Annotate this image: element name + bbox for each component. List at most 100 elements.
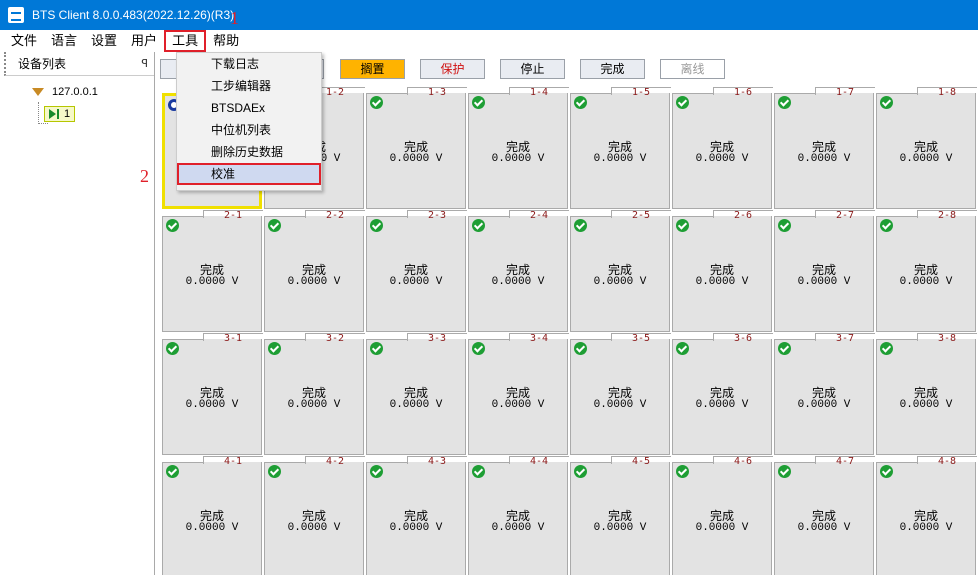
- offline-button[interactable]: 离线: [660, 59, 725, 79]
- menu-file[interactable]: 文件: [4, 30, 44, 52]
- channel-cell[interactable]: 1-5 完成 0.0000 V: [570, 87, 671, 209]
- channel-cell[interactable]: 3-6 完成 0.0000 V: [672, 333, 773, 455]
- menu-step-editor[interactable]: 工步编辑器: [177, 75, 321, 97]
- cell-border: [571, 462, 611, 463]
- channel-label: 3-2: [325, 333, 345, 344]
- channel-cell[interactable]: 2-2 完成 0.0000 V: [264, 210, 365, 332]
- channel-cell[interactable]: 4-1 完成 0.0000 V: [162, 456, 263, 575]
- channel-cell[interactable]: 4-2 完成 0.0000 V: [264, 456, 365, 575]
- channel-cell[interactable]: 3-1 完成 0.0000 V: [162, 333, 263, 455]
- channel-cell[interactable]: 3-5 完成 0.0000 V: [570, 333, 671, 455]
- channel-voltage: 0.0000 V: [491, 399, 545, 411]
- channel-cell[interactable]: 1-3 完成 0.0000 V: [366, 87, 467, 209]
- check-icon: [778, 96, 791, 109]
- channel-voltage: 0.0000 V: [389, 399, 443, 411]
- pin-icon[interactable]: ꟼ: [141, 57, 148, 70]
- check-icon: [676, 342, 689, 355]
- channel-cell[interactable]: 3-3 完成 0.0000 V: [366, 333, 467, 455]
- channel-cell[interactable]: 4-6 完成 0.0000 V: [672, 456, 773, 575]
- tree-node-device[interactable]: 1: [0, 104, 154, 124]
- channel-cell[interactable]: 3-4 完成 0.0000 V: [468, 333, 569, 455]
- cell-border: [571, 216, 611, 217]
- check-icon: [166, 465, 179, 478]
- channel-cell[interactable]: 2-6 完成 0.0000 V: [672, 210, 773, 332]
- check-icon: [472, 465, 485, 478]
- cell-border: [265, 216, 305, 217]
- cell-border: [673, 462, 713, 463]
- play-bar-icon: [57, 109, 59, 119]
- check-icon: [574, 219, 587, 232]
- channel-cell[interactable]: 2-3 完成 0.0000 V: [366, 210, 467, 332]
- menu-tools[interactable]: 工具: [164, 30, 207, 52]
- channel-label: 2-5: [631, 210, 651, 221]
- cell-border: [673, 216, 713, 217]
- device-item[interactable]: 1: [44, 106, 76, 122]
- menu-language[interactable]: 语言: [44, 30, 84, 52]
- menu-user[interactable]: 用户: [124, 30, 164, 52]
- cell-border: [877, 339, 917, 340]
- tools-dropdown: 下载日志 工步编辑器 BTSDAEx 中位机列表 删除历史数据 校准: [176, 52, 322, 191]
- menu-settings[interactable]: 设置: [84, 30, 124, 52]
- channel-label: 3-1: [223, 333, 243, 344]
- menu-help[interactable]: 帮助: [206, 30, 246, 52]
- cell-border: [673, 93, 713, 94]
- channel-cell[interactable]: 3-2 完成 0.0000 V: [264, 333, 365, 455]
- tree-node-root[interactable]: 127.0.0.1: [0, 82, 154, 102]
- channel-voltage: 0.0000 V: [593, 522, 647, 534]
- device-tree: 127.0.0.1 1: [0, 76, 154, 124]
- cell-border: [469, 216, 509, 217]
- channel-cell[interactable]: 2-8 完成 0.0000 V: [876, 210, 977, 332]
- channel-cell[interactable]: 4-5 完成 0.0000 V: [570, 456, 671, 575]
- channel-cell[interactable]: 4-8 完成 0.0000 V: [876, 456, 977, 575]
- channel-label: 4-2: [325, 456, 345, 467]
- channel-label: 2-8: [937, 210, 957, 221]
- channel-cell[interactable]: 1-4 完成 0.0000 V: [468, 87, 569, 209]
- suspend-button[interactable]: 搁置: [340, 59, 405, 79]
- menu-download-log[interactable]: 下载日志: [177, 53, 321, 75]
- check-icon: [166, 219, 179, 232]
- expand-triangle-icon[interactable]: [32, 88, 44, 96]
- menu-btsdaex[interactable]: BTSDAEx: [177, 97, 321, 119]
- channel-cell[interactable]: 2-1 完成 0.0000 V: [162, 210, 263, 332]
- protect-button[interactable]: 保护: [420, 59, 485, 79]
- menu-mid-machine-list[interactable]: 中位机列表: [177, 119, 321, 141]
- cell-border: [775, 462, 815, 463]
- channel-cell[interactable]: 4-7 完成 0.0000 V: [774, 456, 875, 575]
- channel-cell[interactable]: 4-3 完成 0.0000 V: [366, 456, 467, 575]
- channel-voltage: 0.0000 V: [797, 276, 851, 288]
- channel-cell[interactable]: 2-5 完成 0.0000 V: [570, 210, 671, 332]
- root-label: 127.0.0.1: [52, 86, 98, 98]
- check-icon: [370, 219, 383, 232]
- channel-voltage: 0.0000 V: [899, 276, 953, 288]
- channel-label: 2-7: [835, 210, 855, 221]
- panel-title: 设备列表: [18, 57, 67, 71]
- channel-cell[interactable]: 4-4 完成 0.0000 V: [468, 456, 569, 575]
- menu-delete-history[interactable]: 删除历史数据: [177, 141, 321, 163]
- channel-cell[interactable]: 1-7 完成 0.0000 V: [774, 87, 875, 209]
- channel-label: 3-8: [937, 333, 957, 344]
- device-label: 1: [64, 108, 71, 120]
- channel-label: 4-5: [631, 456, 651, 467]
- channel-cell[interactable]: 1-6 完成 0.0000 V: [672, 87, 773, 209]
- device-list-panel: 设备列表 ꟼ 127.0.0.1 1: [0, 52, 155, 575]
- channel-cell[interactable]: 2-7 完成 0.0000 V: [774, 210, 875, 332]
- channel-cell[interactable]: 2-4 完成 0.0000 V: [468, 210, 569, 332]
- check-icon: [880, 465, 893, 478]
- stop-button[interactable]: 停止: [500, 59, 565, 79]
- channel-label: 2-6: [733, 210, 753, 221]
- channel-cell[interactable]: 3-7 完成 0.0000 V: [774, 333, 875, 455]
- menu-calibrate[interactable]: 校准: [177, 163, 321, 185]
- channel-voltage: 0.0000 V: [695, 276, 749, 288]
- check-icon: [370, 96, 383, 109]
- check-icon: [880, 342, 893, 355]
- channel-cell[interactable]: 1-8 完成 0.0000 V: [876, 87, 977, 209]
- complete-button[interactable]: 完成: [580, 59, 645, 79]
- channel-voltage: 0.0000 V: [797, 153, 851, 165]
- cell-border: [163, 339, 203, 340]
- channel-label: 3-7: [835, 333, 855, 344]
- panel-header: 设备列表 ꟼ: [4, 52, 154, 76]
- channel-cell[interactable]: 3-8 完成 0.0000 V: [876, 333, 977, 455]
- cell-border: [775, 339, 815, 340]
- channel-voltage: 0.0000 V: [695, 522, 749, 534]
- channel-label: 4-1: [223, 456, 243, 467]
